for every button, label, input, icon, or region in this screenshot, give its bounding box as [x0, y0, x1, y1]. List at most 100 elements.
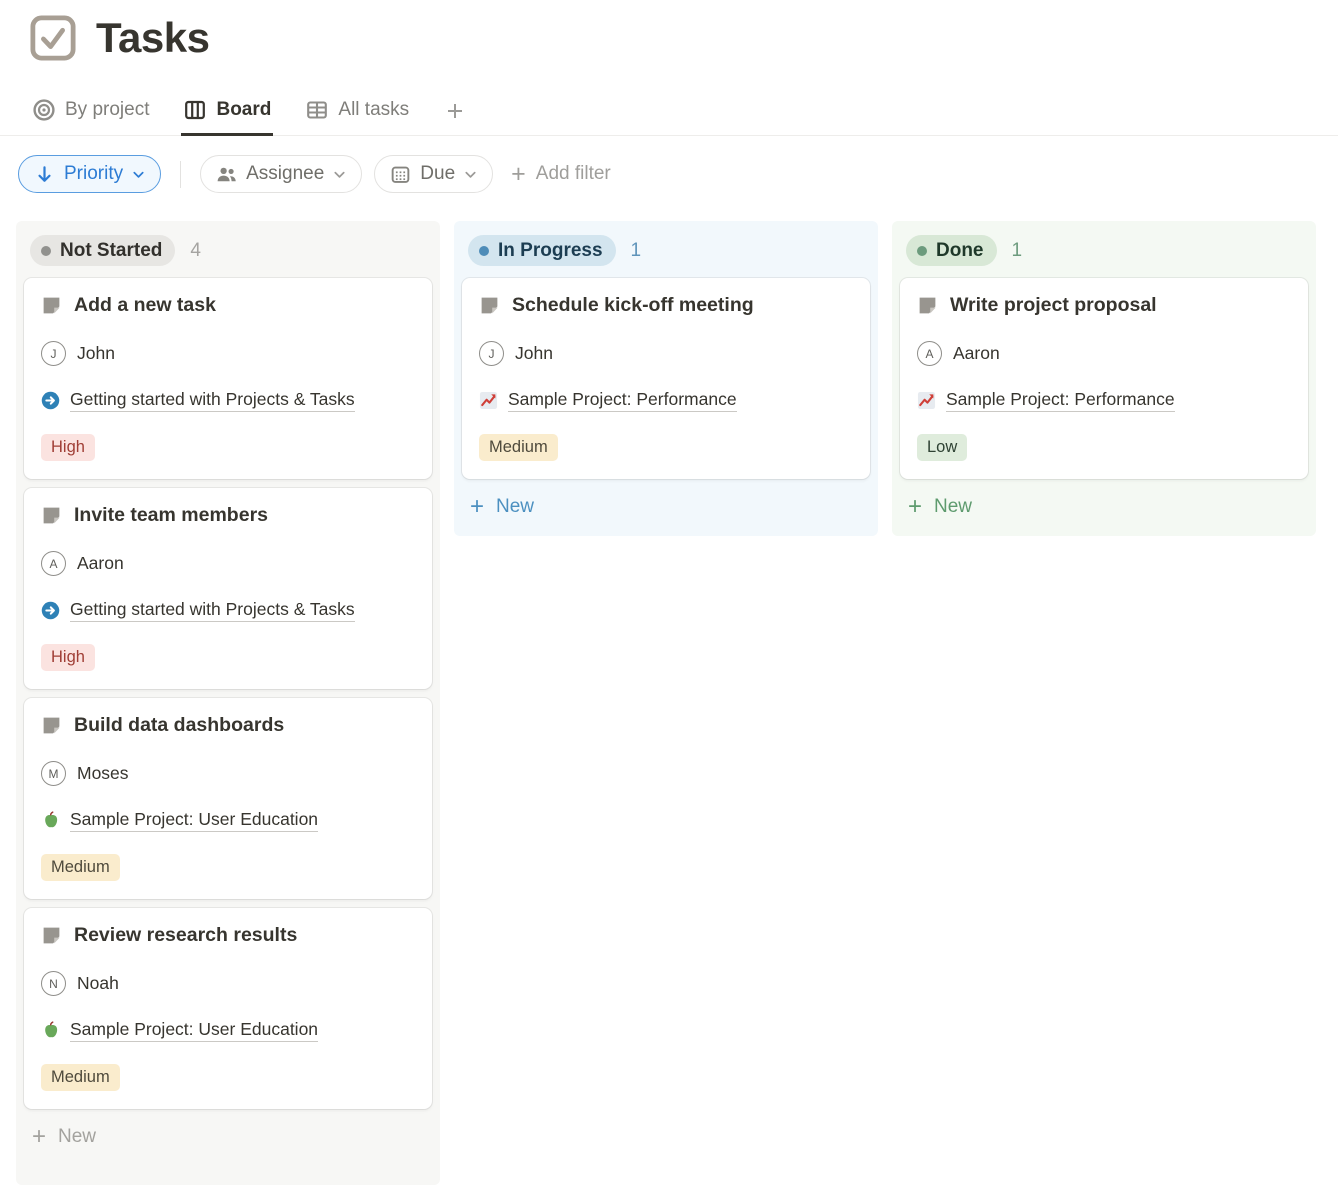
task-title: Build data dashboards [74, 714, 284, 737]
plus-icon: + [511, 162, 526, 187]
people-icon [215, 163, 238, 186]
assignee-filter-button[interactable]: Assignee [200, 155, 362, 193]
sort-label: Priority [64, 163, 123, 185]
add-filter-button[interactable]: + Add filter [505, 162, 617, 187]
project-link[interactable]: Sample Project: Performance [508, 389, 737, 412]
assignee-name: John [515, 343, 553, 364]
task-title-row: Write project proposal [917, 294, 1291, 317]
assignee-name: John [77, 343, 115, 364]
avatar-initial: M [49, 767, 59, 781]
tab-board[interactable]: Board [181, 90, 273, 136]
priority-tag: Medium [41, 1064, 120, 1091]
new-card-button[interactable]: + New [24, 1114, 432, 1158]
task-tag-row: High [41, 434, 415, 461]
task-assignee-row: J John [41, 341, 415, 366]
column-title: Not Started [60, 240, 162, 262]
chart-icon [917, 391, 936, 410]
page-icon [41, 715, 62, 736]
add-view-button[interactable] [441, 91, 469, 136]
target-icon [32, 98, 56, 122]
avatar: J [479, 341, 504, 366]
chevron-down-icon [131, 167, 146, 182]
task-card[interactable]: Schedule kick-off meeting J John Sample … [462, 278, 870, 479]
task-title-row: Invite team members [41, 504, 415, 527]
board-column-not-started: Not Started 4 Add a new task J John Gett… [16, 221, 440, 1185]
tab-by-project[interactable]: By project [30, 90, 151, 136]
board-icon [183, 98, 207, 122]
avatar: A [917, 341, 942, 366]
tab-label: All tasks [338, 99, 409, 121]
status-dot-icon [41, 246, 51, 256]
task-title: Review research results [74, 924, 297, 947]
task-tag-row: Medium [479, 434, 853, 461]
task-card[interactable]: Invite team members A Aaron Getting star… [24, 488, 432, 689]
new-card-button[interactable]: + New [900, 484, 1308, 528]
task-card[interactable]: Build data dashboards M Moses Sample Pro… [24, 698, 432, 899]
column-count: 4 [190, 240, 201, 262]
task-tag-row: Medium [41, 854, 415, 881]
project-link[interactable]: Sample Project: Performance [946, 389, 1175, 412]
plus-icon: + [908, 495, 922, 519]
task-assignee-row: M Moses [41, 761, 415, 786]
priority-sort-button[interactable]: Priority [18, 155, 161, 193]
avatar-initial: J [489, 347, 495, 361]
task-title-row: Review research results [41, 924, 415, 947]
column-header: In Progress 1 [462, 229, 870, 278]
new-card-button[interactable]: + New [462, 484, 870, 528]
arrow-circle-icon [41, 391, 60, 410]
task-assignee-row: A Aaron [41, 551, 415, 576]
priority-tag: Medium [479, 434, 558, 461]
project-link[interactable]: Sample Project: User Education [70, 809, 318, 832]
column-title: In Progress [498, 240, 603, 262]
chart-icon [479, 391, 498, 410]
column-count: 1 [1012, 240, 1023, 262]
page-icon [41, 925, 62, 946]
status-pill[interactable]: Done [906, 235, 997, 266]
filter-bar: Priority Assignee Due + Add filter [0, 136, 1338, 193]
task-card[interactable]: Write project proposal A Aaron Sample Pr… [900, 278, 1308, 479]
due-filter-button[interactable]: Due [374, 155, 493, 193]
chevron-down-icon [463, 167, 478, 182]
page-header: Tasks [0, 0, 1338, 62]
task-title: Write project proposal [950, 294, 1157, 317]
priority-tag: High [41, 644, 95, 671]
avatar: J [41, 341, 66, 366]
tab-all-tasks[interactable]: All tasks [303, 90, 411, 136]
column-count: 1 [631, 240, 642, 262]
arrow-down-icon [33, 163, 56, 186]
page-icon [41, 295, 62, 316]
board-column-done: Done 1 Write project proposal A Aaron Sa… [892, 221, 1316, 536]
avatar-initial: A [49, 557, 57, 571]
task-card[interactable]: Add a new task J John Getting started wi… [24, 278, 432, 479]
status-pill[interactable]: Not Started [30, 235, 175, 266]
table-icon [305, 98, 329, 122]
page-icon [41, 505, 62, 526]
project-link[interactable]: Getting started with Projects & Tasks [70, 599, 355, 622]
tab-label: Board [216, 99, 271, 121]
apple-icon [41, 811, 60, 830]
task-title: Add a new task [74, 294, 216, 317]
calendar-icon [389, 163, 412, 186]
task-title: Schedule kick-off meeting [512, 294, 754, 317]
task-assignee-row: J John [479, 341, 853, 366]
task-card[interactable]: Review research results N Noah Sample Pr… [24, 908, 432, 1109]
project-link[interactable]: Getting started with Projects & Tasks [70, 389, 355, 412]
priority-tag: Medium [41, 854, 120, 881]
avatar-initial: J [51, 347, 57, 361]
avatar: A [41, 551, 66, 576]
task-project-row: Sample Project: Performance [479, 389, 853, 412]
status-pill[interactable]: In Progress [468, 235, 616, 266]
board-column-in-progress: In Progress 1 Schedule kick-off meeting … [454, 221, 878, 536]
page-title: Tasks [96, 14, 209, 62]
column-cards: Add a new task J John Getting started wi… [24, 278, 432, 1109]
column-cards: Schedule kick-off meeting J John Sample … [462, 278, 870, 479]
assignee-name: Noah [77, 973, 119, 994]
filter-divider [180, 161, 181, 188]
avatar: N [41, 971, 66, 996]
checkbox-icon [30, 15, 76, 61]
priority-tag: Low [917, 434, 967, 461]
task-title: Invite team members [74, 504, 268, 527]
priority-tag: High [41, 434, 95, 461]
assignee-name: Moses [77, 763, 129, 784]
project-link[interactable]: Sample Project: User Education [70, 1019, 318, 1042]
